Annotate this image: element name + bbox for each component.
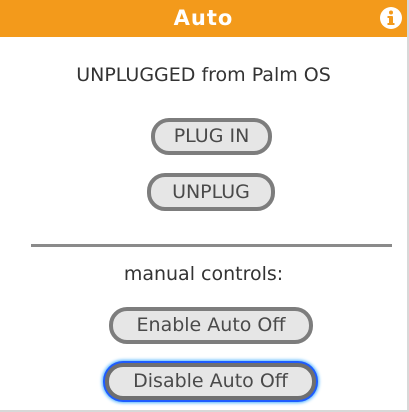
plug-in-button[interactable]: PLUG IN — [151, 118, 272, 155]
unplug-button[interactable]: UNPLUG — [147, 173, 275, 211]
title-bar: Auto — [0, 0, 407, 37]
window-title: Auto — [173, 6, 234, 30]
connection-status: UNPLUGGED from Palm OS — [76, 64, 331, 86]
section-divider — [31, 244, 392, 247]
manual-controls-label: manual controls: — [123, 263, 284, 285]
info-icon[interactable] — [379, 6, 403, 30]
enable-auto-off-button[interactable]: Enable Auto Off — [109, 307, 313, 344]
disable-auto-off-button[interactable]: Disable Auto Off — [105, 363, 316, 400]
palm-screen: Auto UNPLUGGED from Palm OS PLUG IN UNPL… — [0, 0, 409, 412]
info-icon-graphic — [380, 7, 402, 29]
